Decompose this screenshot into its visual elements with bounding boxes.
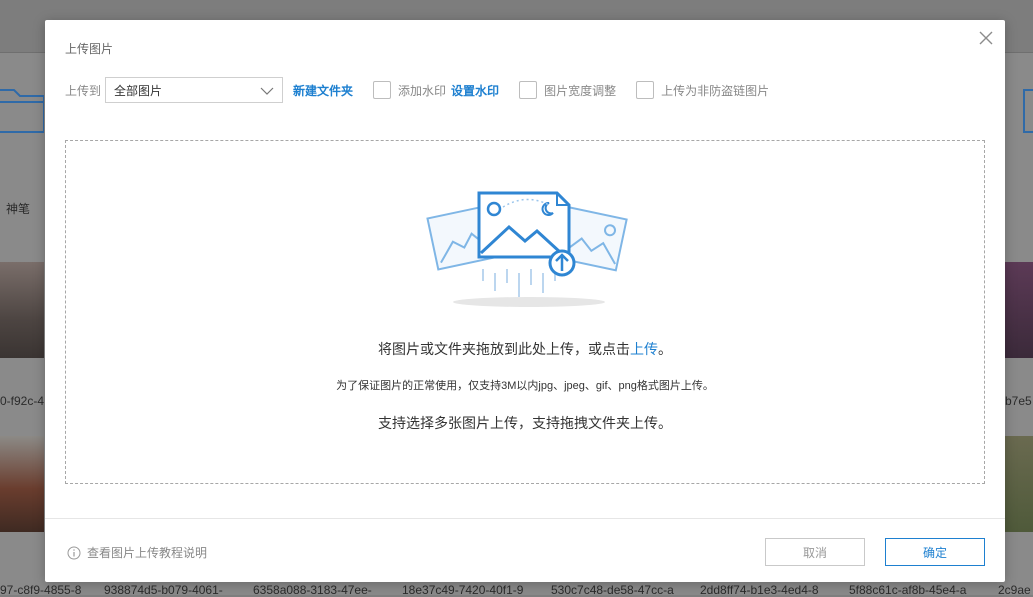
- background-filename: 2c9ae: [998, 585, 1031, 597]
- dialog-title: 上传图片: [65, 42, 114, 56]
- width-adjust-label: 图片宽度调整: [544, 83, 617, 98]
- background-filename: b7e5: [1005, 394, 1032, 408]
- non-hotlink-label: 上传为非防盗链图片: [661, 83, 770, 98]
- multi-upload-note: 支持选择多张图片上传，支持拖拽文件夹上传。: [378, 415, 672, 431]
- upload-tutorial-label: 查看图片上传教程说明: [87, 546, 208, 560]
- image-upload-icon: [426, 191, 628, 307]
- background-thumbnail: [0, 262, 44, 358]
- background-thumbnail: [1005, 436, 1033, 532]
- background-filename: 2dd8ff74-b1e3-4ed4-8: [700, 585, 819, 597]
- close-icon[interactable]: [977, 29, 995, 47]
- folder-icon: [1023, 89, 1033, 133]
- background-filename: 530c7c48-de58-47cc-a: [551, 585, 674, 597]
- watermark-label: 添加水印: [398, 83, 447, 98]
- background-filename: 938874d5-b079-4061-: [104, 585, 223, 597]
- confirm-button[interactable]: 确定: [885, 538, 985, 566]
- upload-tutorial-link[interactable]: 查看图片上传教程说明: [67, 544, 207, 561]
- footer-divider: [45, 518, 1005, 519]
- info-icon: [67, 546, 81, 559]
- upload-image-dialog: 上传图片 上传到 全部图片 新建文件夹 添加水印 设置水印 图片宽度调整 上传为…: [45, 20, 1005, 582]
- upload-to-label: 上传到: [65, 83, 102, 98]
- folder-icon: [0, 89, 44, 133]
- upload-dropzone[interactable]: 将图片或文件夹拖放到此处上传，或点击上传。 为了保证图片的正常使用，仅支持3M以…: [65, 140, 985, 484]
- background-thumbnail: [1005, 262, 1033, 358]
- dropzone-instruction-text: 将图片或文件夹拖放到此处上传，或点击: [378, 341, 630, 357]
- background-filename: 5f88c61c-af8b-45e4-a: [849, 585, 967, 597]
- background-filename: 97-c8f9-4855-8: [0, 585, 82, 597]
- set-watermark-link[interactable]: 设置水印: [451, 82, 499, 99]
- cancel-button[interactable]: 取消: [765, 538, 865, 566]
- folder-select[interactable]: 全部图片: [105, 77, 284, 103]
- background-filename-row: 97-c8f9-4855-8 938874d5-b079-4061- 6358a…: [0, 585, 1033, 597]
- format-restriction-note: 为了保证图片的正常使用，仅支持3M以内jpg、jpeg、gif、png格式图片上…: [336, 380, 714, 392]
- background-filename: 0-f92c-4: [0, 394, 45, 408]
- dropzone-instruction-suffix: 。: [658, 341, 672, 357]
- folder-select-value: 全部图片: [114, 83, 163, 98]
- width-adjust-checkbox[interactable]: [519, 81, 538, 99]
- non-hotlink-checkbox[interactable]: [636, 81, 655, 99]
- upload-options-toolbar: 上传到 全部图片 新建文件夹 添加水印 设置水印 图片宽度调整 上传为非防盗链图…: [65, 76, 769, 104]
- watermark-checkbox[interactable]: [373, 81, 392, 99]
- new-folder-link[interactable]: 新建文件夹: [293, 82, 353, 99]
- background-thumbnail: [0, 436, 44, 532]
- background-filename: 6358a088-3183-47ee-: [253, 585, 372, 597]
- background-filename: 18e37c49-7420-40f1-9: [402, 585, 524, 597]
- upload-link[interactable]: 上传: [630, 341, 658, 357]
- background-item-label: 神笔: [6, 202, 31, 216]
- dropzone-instruction: 将图片或文件夹拖放到此处上传，或点击上传。: [66, 339, 984, 359]
- chevron-down-icon: [260, 87, 274, 95]
